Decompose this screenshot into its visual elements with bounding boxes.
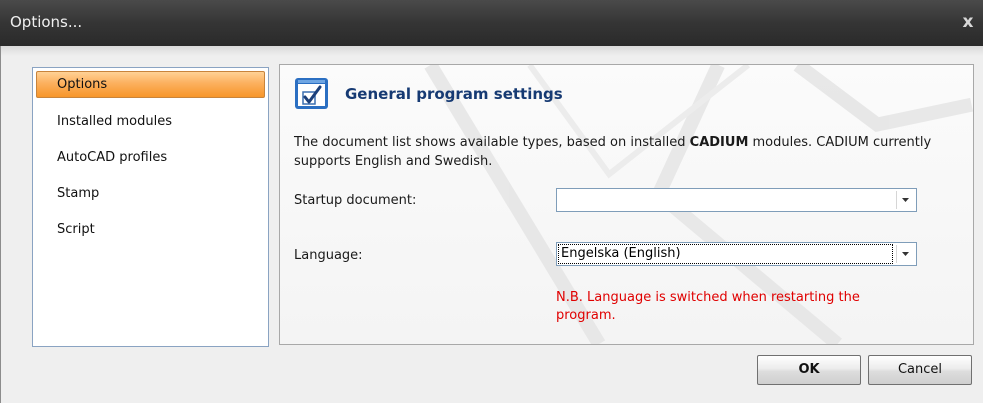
dialog-body: Options Installed modules AutoCAD profil… bbox=[0, 46, 983, 403]
checkbox-window-icon bbox=[295, 78, 328, 109]
language-value: Engelska (English) bbox=[558, 244, 893, 264]
startup-dropdown-arrow[interactable] bbox=[896, 191, 914, 209]
language-label: Language: bbox=[294, 248, 363, 263]
chevron-down-icon bbox=[902, 252, 909, 256]
window-title: Options... bbox=[10, 13, 83, 31]
language-restart-note: N.B. Language is switched when restartin… bbox=[556, 290, 860, 323]
startup-document-dropdown[interactable] bbox=[556, 188, 917, 212]
nav-item-installed-modules[interactable]: Installed modules bbox=[36, 108, 265, 135]
startup-document-label: Startup document: bbox=[294, 193, 417, 208]
cancel-button[interactable]: Cancel bbox=[868, 355, 972, 385]
nav-item-options[interactable]: Options bbox=[36, 71, 265, 98]
language-dropdown[interactable]: Engelska (English) bbox=[556, 242, 917, 266]
section-title: General program settings bbox=[345, 85, 563, 103]
description-brand: CADIUM bbox=[689, 135, 749, 150]
nav-item-stamp[interactable]: Stamp bbox=[36, 180, 265, 207]
description-part-1: The document list shows available types,… bbox=[294, 135, 690, 150]
language-dropdown-arrow[interactable] bbox=[896, 245, 914, 263]
nav-item-autocad-profiles[interactable]: AutoCAD profiles bbox=[36, 144, 265, 171]
title-bar: Options... x bbox=[0, 0, 983, 46]
ok-button[interactable]: OK bbox=[757, 355, 861, 385]
description-text: The document list shows available types,… bbox=[294, 133, 934, 171]
options-nav-list: Options Installed modules AutoCAD profil… bbox=[32, 67, 269, 347]
nav-item-script[interactable]: Script bbox=[36, 216, 265, 243]
close-icon[interactable]: x bbox=[959, 12, 977, 32]
frame-shade bbox=[1, 46, 983, 56]
settings-panel: General program settings The document li… bbox=[279, 64, 974, 345]
chevron-down-icon bbox=[902, 198, 909, 202]
